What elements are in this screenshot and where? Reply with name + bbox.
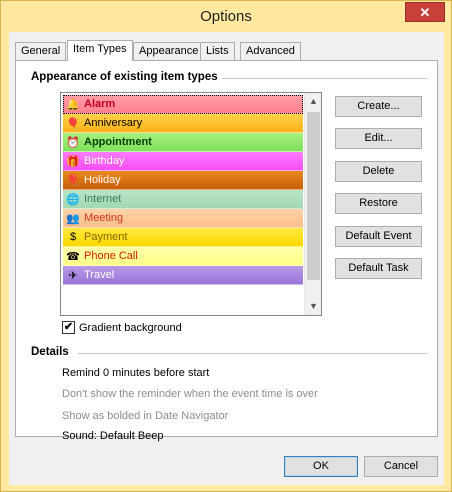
tab-general[interactable]: General xyxy=(15,42,67,60)
dollar-icon: $ xyxy=(69,231,77,243)
details-section-title: Details xyxy=(31,346,69,358)
item-type-label: Internet xyxy=(84,193,122,205)
item-type-row[interactable]: ✈ Travel xyxy=(63,266,303,285)
dialog-client-area: General Item Types Appearance Lists Adva… xyxy=(9,32,444,485)
item-type-label: Meeting xyxy=(84,212,124,224)
checkmark-icon: ✔ xyxy=(63,321,74,333)
title-bar: Options ✕ xyxy=(1,1,451,32)
globe-icon: 🌐 xyxy=(66,193,80,206)
chevron-up-icon: ▲ xyxy=(309,96,318,106)
gradient-background-label: Gradient background xyxy=(79,321,182,334)
item-type-row[interactable]: 👥 Meeting xyxy=(63,209,303,228)
people-icon: 👥 xyxy=(66,212,80,225)
close-button[interactable]: ✕ xyxy=(405,2,445,22)
balloons-icon: 🎈 xyxy=(66,174,80,187)
item-type-label: Anniversary xyxy=(84,117,143,129)
item-type-label: Phone Call xyxy=(84,250,138,262)
bell-icon: 🔔 xyxy=(66,98,80,111)
ok-button[interactable]: OK xyxy=(284,456,358,477)
item-type-row[interactable]: 🎈 Anniversary xyxy=(63,114,303,133)
item-type-row[interactable]: $ Payment xyxy=(63,228,303,247)
item-types-panel: Appearance of existing item types 🔔 Alarm… xyxy=(15,60,438,442)
scroll-down-arrow[interactable]: ▼ xyxy=(305,298,322,315)
airplane-icon: ✈ xyxy=(68,269,78,282)
item-type-label: Payment xyxy=(84,231,128,243)
list-scrollbar[interactable]: ▲ ▼ xyxy=(304,93,321,315)
tab-advanced[interactable]: Advanced xyxy=(240,42,301,60)
item-types-list[interactable]: 🔔 Alarm 🎈 Anniversary ⏰ Appointment 🎁 Birthday 🎈… xyxy=(60,92,322,316)
cancel-button[interactable]: Cancel xyxy=(364,456,438,477)
tab-appearance[interactable]: Appearance xyxy=(133,42,205,60)
appearance-section-title: Appearance of existing item types xyxy=(31,71,218,83)
options-dialog: Options ✕ General Item Types Appearance … xyxy=(0,0,452,492)
sound-text: Sound: Default Beep xyxy=(62,430,164,442)
scroll-up-arrow[interactable]: ▲ xyxy=(305,93,322,110)
edit-button[interactable]: Edit... xyxy=(335,128,422,149)
balloons-icon: 🎈 xyxy=(66,117,80,130)
item-type-row[interactable]: 🎈 Holiday xyxy=(63,171,303,190)
close-icon: ✕ xyxy=(419,5,431,20)
remind-text: Remind 0 minutes before start xyxy=(62,367,210,379)
item-type-row[interactable]: 🎁 Birthday xyxy=(63,152,303,171)
item-type-row[interactable]: 🌐 Internet xyxy=(63,190,303,209)
dont-show-reminder-text: Don't show the reminder when the event t… xyxy=(62,388,318,400)
phone-icon: ☎ xyxy=(66,250,80,263)
default-task-button[interactable]: Default Task xyxy=(335,258,422,279)
item-type-label: Alarm xyxy=(84,98,116,110)
item-type-label: Travel xyxy=(84,269,115,281)
item-type-label: Holiday xyxy=(84,174,121,186)
tab-lists[interactable]: Lists xyxy=(200,42,235,60)
item-type-row[interactable]: ⏰ Appointment xyxy=(63,133,303,152)
section-divider xyxy=(78,353,428,354)
delete-button[interactable]: Delete xyxy=(335,161,422,182)
tab-item-types[interactable]: Item Types xyxy=(67,40,133,61)
item-type-row[interactable]: ☎ Phone Call xyxy=(63,247,303,266)
item-type-label: Appointment xyxy=(84,136,152,148)
clock-icon: ⏰ xyxy=(66,136,80,149)
chevron-down-icon: ▼ xyxy=(309,301,318,311)
gift-icon: 🎁 xyxy=(66,155,80,168)
default-event-button[interactable]: Default Event xyxy=(335,226,422,247)
item-type-row[interactable]: 🔔 Alarm xyxy=(63,95,303,114)
restore-button[interactable]: Restore xyxy=(335,193,422,214)
window-title: Options xyxy=(200,8,252,25)
scroll-thumb[interactable] xyxy=(307,112,320,280)
item-type-label: Birthday xyxy=(84,155,125,167)
show-bolded-text: Show as bolded in Date Navigator xyxy=(62,410,229,422)
create-button[interactable]: Create... xyxy=(335,96,422,117)
section-divider xyxy=(222,78,428,79)
gradient-background-option[interactable]: ✔ Gradient background xyxy=(62,321,182,334)
gradient-background-checkbox[interactable]: ✔ xyxy=(62,321,75,334)
